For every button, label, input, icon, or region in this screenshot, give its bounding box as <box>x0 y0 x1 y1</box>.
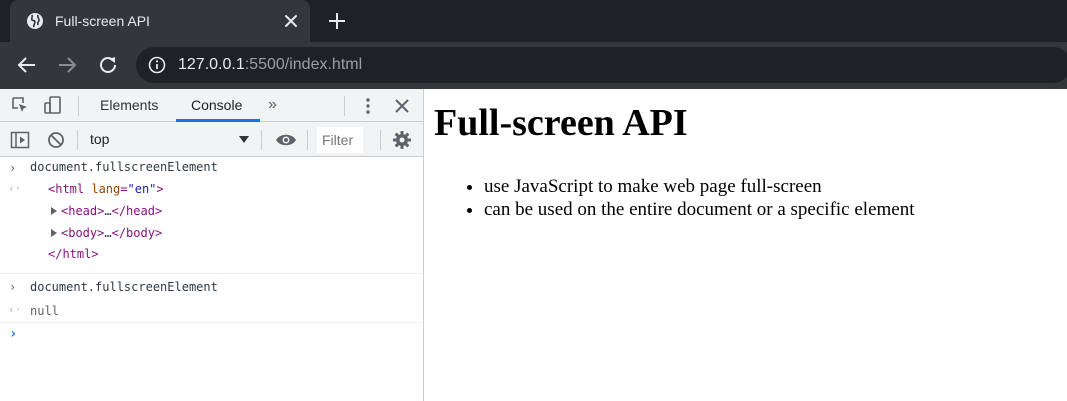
chevron-right-icon: › <box>9 161 17 175</box>
tag-bracket: > <box>156 182 164 196</box>
new-tab-icon[interactable] <box>327 11 347 31</box>
tab-elements[interactable]: Elements <box>100 89 158 122</box>
reload-icon[interactable] <box>96 53 120 77</box>
kebab-menu-icon[interactable] <box>358 96 378 116</box>
prompt-chevron-icon: › <box>9 326 18 342</box>
console-toolbar: top <box>0 122 423 157</box>
dropdown-arrow-icon <box>239 136 249 143</box>
eye-icon[interactable] <box>275 130 297 150</box>
attr-value: "en" <box>127 182 157 196</box>
html-close-node: </html> <box>48 247 99 261</box>
attr-name: lang <box>91 182 121 196</box>
back-arrow-icon[interactable] <box>15 53 39 77</box>
console-prompt[interactable]: › <box>0 323 423 349</box>
url-path: :5500/index.html <box>244 56 363 73</box>
console-result-entry: ‹· null <box>0 299 423 323</box>
head-node[interactable]: <head>…</head> <box>51 204 162 218</box>
divider <box>380 130 381 150</box>
browser-toolbar: 127.0.0.1:5500/index.html <box>0 42 1067 89</box>
address-bar[interactable]: 127.0.0.1:5500/index.html <box>136 47 1067 83</box>
divider <box>307 130 308 150</box>
tag-body-close: </body> <box>111 226 163 240</box>
ellipsis: … <box>104 204 112 218</box>
body-node[interactable]: <body>…</body> <box>51 226 162 240</box>
result-arrow-icon: ‹· <box>8 182 22 195</box>
console-input-entry: › document.fullscreenElement <box>0 157 423 179</box>
tag-body-open: <body> <box>61 226 105 240</box>
attr-eq: = <box>120 182 128 196</box>
url-host: 127.0.0.1 <box>178 56 245 73</box>
devtools-panel: Elements Console » top Filter › document… <box>0 89 424 401</box>
web-page-content: Full-screen API use JavaScript to make w… <box>425 89 1067 401</box>
devtools-tabbar: Elements Console » <box>0 89 423 122</box>
expand-triangle-icon[interactable] <box>51 207 57 215</box>
console-result-entry: ‹· <html lang="en"> <head>…</head> <body… <box>0 179 423 274</box>
list-item: can be used on the entire document or a … <box>484 198 915 221</box>
url-text: 127.0.0.1:5500/index.html <box>178 56 362 74</box>
html-node[interactable]: <html lang="en"> <box>48 182 164 196</box>
expand-triangle-icon[interactable] <box>51 229 57 237</box>
console-input-entry: › document.fullscreenElement <box>0 274 423 299</box>
divider <box>261 130 262 150</box>
divider <box>344 96 345 116</box>
tag-head-close: </head> <box>111 204 163 218</box>
tag-head-open: <head> <box>61 204 105 218</box>
result-arrow-icon: ‹· <box>8 303 22 316</box>
tag-html-close: </html> <box>48 247 99 261</box>
console-log: › document.fullscreenElement ‹· <html la… <box>0 157 423 401</box>
inspect-element-icon[interactable] <box>10 95 30 115</box>
divider <box>78 96 79 116</box>
chevron-right-icon: › <box>9 280 17 294</box>
feature-list: use JavaScript to make web page full-scr… <box>484 175 915 221</box>
close-icon[interactable] <box>392 96 412 116</box>
device-toolbar-icon[interactable] <box>43 95 63 115</box>
clear-console-icon[interactable] <box>46 130 66 150</box>
tab-console[interactable]: Console <box>191 89 242 122</box>
globe-icon <box>27 13 43 29</box>
info-icon[interactable] <box>148 56 166 74</box>
list-item: use JavaScript to make web page full-scr… <box>484 175 915 198</box>
sidebar-toggle-icon[interactable] <box>10 130 30 150</box>
console-command: document.fullscreenElement <box>30 280 218 294</box>
console-result-value: null <box>30 304 59 318</box>
context-selector[interactable]: top <box>82 126 256 152</box>
gear-icon[interactable] <box>392 130 412 150</box>
tag-html-open: <html <box>48 182 85 196</box>
ellipsis: … <box>104 226 112 240</box>
tab-title: Full-screen API <box>55 13 150 29</box>
page-heading: Full-screen API <box>434 102 688 144</box>
context-value: top <box>90 131 110 147</box>
more-tabs-icon[interactable]: » <box>268 95 277 115</box>
filter-input[interactable] <box>317 127 363 153</box>
close-icon[interactable] <box>282 12 300 30</box>
browser-tab-active[interactable]: Full-screen API <box>10 0 310 42</box>
divider <box>77 130 78 150</box>
browser-tabstrip: Full-screen API <box>0 0 1067 42</box>
console-command: document.fullscreenElement <box>30 160 218 174</box>
forward-arrow-icon[interactable] <box>55 53 79 77</box>
